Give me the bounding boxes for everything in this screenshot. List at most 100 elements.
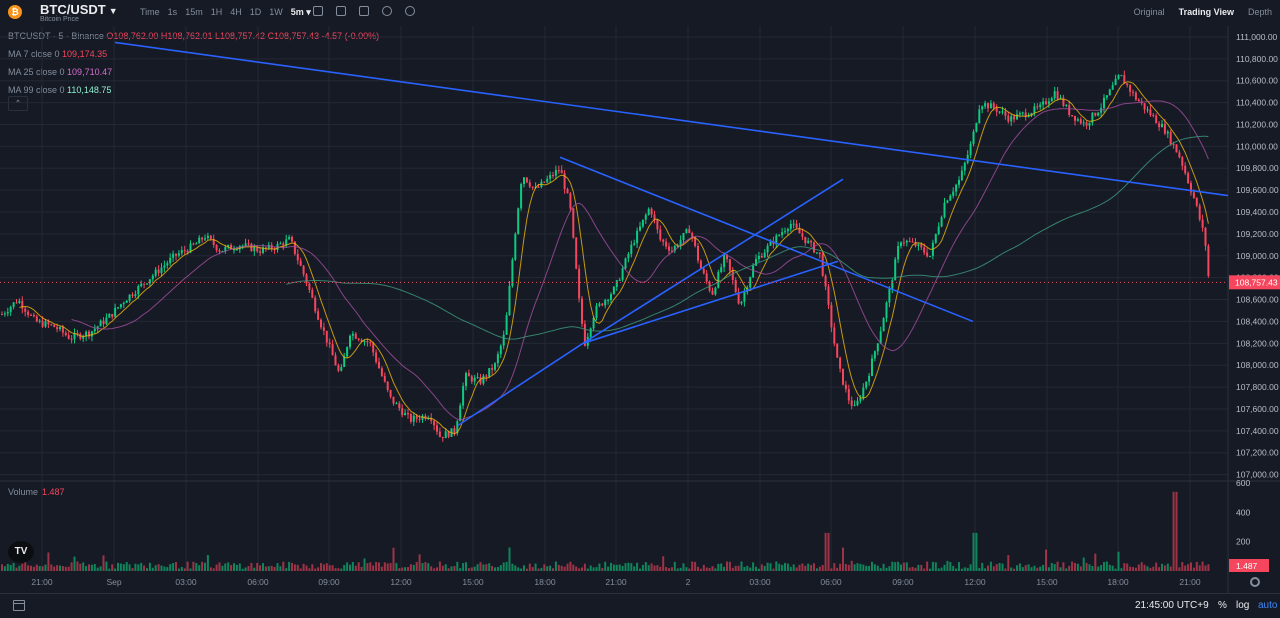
candle <box>1001 111 1004 113</box>
auto-toggle[interactable]: auto <box>1258 600 1277 611</box>
volume-axis-tick-label: 200 <box>1236 537 1250 547</box>
volume-bar <box>537 568 540 571</box>
volume-bar <box>1152 566 1155 571</box>
y-axis-tick-label: 110,600.00 <box>1236 76 1278 86</box>
chart-type-icon[interactable] <box>336 6 346 16</box>
y-axis-tick-label: 109,800.00 <box>1236 163 1279 173</box>
settings-icon[interactable] <box>405 6 415 16</box>
volume-bar <box>21 563 24 571</box>
volume-bar <box>552 568 554 571</box>
volume-bar <box>157 564 160 571</box>
volume-bar <box>673 561 676 571</box>
volume-bar <box>647 565 650 571</box>
volume-bar <box>415 562 418 571</box>
volume-bar <box>711 566 714 571</box>
interval-tab[interactable]: 1s <box>168 7 178 18</box>
volume-bar <box>235 564 238 571</box>
volume-bar <box>557 565 560 571</box>
interval-tab[interactable]: 5m ▾ <box>291 7 311 18</box>
volume-bar <box>1204 565 1207 571</box>
volume-bar <box>386 563 389 571</box>
volume-bar <box>206 554 209 571</box>
volume-bar <box>50 564 53 571</box>
volume-bar <box>1158 567 1161 571</box>
candle <box>1021 112 1024 114</box>
candle <box>537 187 540 189</box>
candle <box>102 320 105 324</box>
candle <box>1053 91 1056 99</box>
volume-bar <box>27 565 30 571</box>
volume-bar <box>128 564 131 571</box>
volume-bar <box>972 532 975 571</box>
indicator-icon[interactable] <box>313 6 323 16</box>
candle <box>847 389 850 401</box>
volume-bar <box>737 565 740 571</box>
volume-bar <box>1047 567 1050 571</box>
volume-bar <box>1027 564 1030 571</box>
candle <box>734 280 737 293</box>
volume-bar <box>520 568 523 571</box>
volume-bar <box>842 547 844 571</box>
y-axis-tick-label: 107,400.00 <box>1236 426 1279 436</box>
candle <box>601 303 604 306</box>
interval-tab[interactable]: 4H <box>230 7 242 18</box>
camera-icon[interactable] <box>359 6 369 16</box>
candle <box>531 186 534 188</box>
interval-tab[interactable]: 1H <box>211 7 223 18</box>
candle <box>850 400 853 406</box>
candle <box>346 347 349 357</box>
price-chart[interactable]: 111,000.00 110,800.00 110,600.00 110,400.00… <box>0 26 1280 593</box>
view-tab[interactable]: Depth <box>1248 7 1272 17</box>
volume-bar <box>241 568 244 571</box>
volume-bar <box>430 566 433 571</box>
volume-bar <box>90 564 93 571</box>
volume-bar <box>508 547 511 571</box>
candle <box>192 243 195 245</box>
volume-bar <box>1143 564 1146 571</box>
candle <box>125 300 128 303</box>
calendar-icon[interactable] <box>13 600 25 611</box>
candle <box>934 233 937 243</box>
volume-bar <box>543 564 546 571</box>
candle <box>496 354 499 364</box>
symbol-selector[interactable]: BTC/USDT ▼ <box>40 2 118 17</box>
candle <box>885 302 888 319</box>
interval-tab[interactable]: 1D <box>250 7 262 18</box>
volume-bar <box>679 567 682 571</box>
volume-bar <box>70 562 73 571</box>
candle <box>612 286 615 295</box>
percent-toggle[interactable]: % <box>1218 600 1227 611</box>
volume-bar <box>148 562 151 571</box>
volume-bar <box>815 568 818 571</box>
candle <box>723 254 726 268</box>
volume-bar <box>911 567 914 571</box>
volume-bar <box>621 565 624 571</box>
candle <box>204 238 206 240</box>
interval-tab[interactable]: Time <box>140 7 160 18</box>
volume-bar <box>804 565 807 571</box>
log-toggle[interactable]: log <box>1236 600 1249 611</box>
add-icon[interactable] <box>382 6 392 16</box>
volume-bar <box>827 532 830 571</box>
view-tab[interactable]: Trading View <box>1179 7 1234 17</box>
candle <box>436 425 438 432</box>
candle <box>160 267 163 274</box>
candle <box>459 405 462 422</box>
tradingview-logo-icon[interactable]: TV <box>8 541 34 563</box>
volume-bar <box>38 566 41 571</box>
candle <box>960 170 963 180</box>
volume-bar <box>357 562 360 571</box>
interval-tab[interactable]: 15m <box>185 7 203 18</box>
volume-bar <box>270 565 273 571</box>
gear-icon[interactable] <box>1250 577 1260 587</box>
volume-bar <box>749 567 752 571</box>
candle <box>952 191 955 196</box>
volume-bar <box>688 568 691 571</box>
volume-bar <box>702 564 705 571</box>
candle <box>984 103 987 107</box>
candle <box>1085 122 1088 126</box>
interval-tab[interactable]: 1W <box>269 7 283 18</box>
candle <box>1172 144 1175 146</box>
volume-bar <box>717 563 720 571</box>
view-tab[interactable]: Original <box>1134 7 1165 17</box>
